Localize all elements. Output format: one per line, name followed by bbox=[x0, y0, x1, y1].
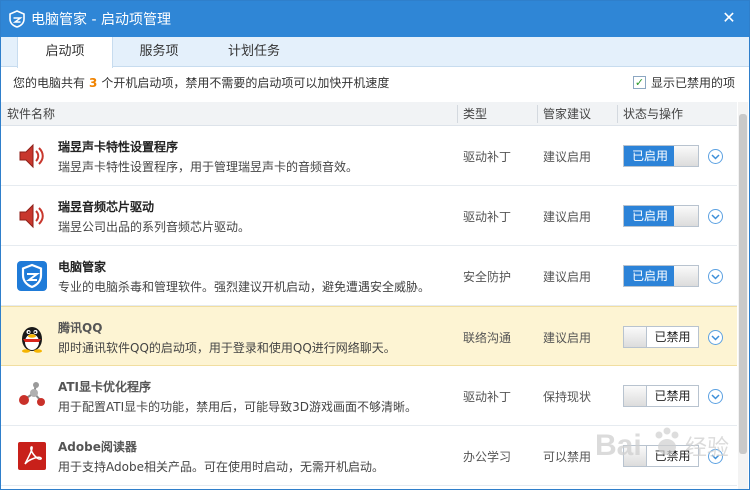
acrobat-icon bbox=[15, 440, 49, 472]
item-type: 安全防护 bbox=[463, 270, 512, 284]
list-item[interactable]: ATI显卡优化程序 用于配置ATI显卡的功能，禁用后，可能导致3D游戏画面不够清… bbox=[1, 366, 737, 426]
molecule-icon bbox=[15, 380, 49, 412]
status-toggle[interactable]: 已启用 bbox=[623, 265, 699, 287]
status-toggle[interactable]: 已禁用 bbox=[623, 385, 699, 407]
watermark-logo: Bai 经验 bbox=[591, 419, 741, 469]
toggle-knob bbox=[674, 266, 698, 286]
item-type: 驱动补丁 bbox=[463, 390, 512, 404]
chevron-down-icon[interactable] bbox=[708, 269, 723, 284]
tab-startup-items[interactable]: 启动项 bbox=[17, 37, 113, 68]
item-title: 腾讯QQ bbox=[58, 321, 103, 335]
item-description: 即时通讯软件QQ的启动项，用于登录和使用QQ进行网络聊天。 bbox=[58, 341, 396, 355]
item-title: ATI显卡优化程序 bbox=[58, 380, 152, 394]
list-item[interactable]: 瑞昱声卡特性设置程序 瑞昱声卡特性设置程序，用于管理瑞昱声卡的音频音效。 驱动补… bbox=[1, 126, 737, 186]
item-advice: 建议启用 bbox=[543, 270, 592, 284]
close-button[interactable]: ✕ bbox=[719, 8, 739, 28]
item-type: 联络沟通 bbox=[463, 331, 512, 345]
title-bar: 电脑管家 - 启动项管理 ✕ bbox=[1, 1, 749, 37]
item-type: 驱动补丁 bbox=[463, 150, 512, 164]
tab-services[interactable]: 服务项 bbox=[113, 37, 205, 67]
chevron-down-icon[interactable] bbox=[708, 330, 723, 345]
status-toggle[interactable]: 已启用 bbox=[623, 145, 699, 167]
item-description: 用于支持Adobe相关产品。可在使用时启动，无需开机启动。 bbox=[58, 460, 384, 474]
info-bar: 您的电脑共有 3 个开机启动项，禁用不需要的启动项可以加快开机速度 ✓ 显示已禁用的… bbox=[1, 67, 749, 97]
penguin-icon bbox=[15, 321, 49, 353]
svg-text:经验: 经验 bbox=[685, 436, 729, 461]
status-label: 已禁用 bbox=[646, 386, 698, 406]
toggle-knob bbox=[624, 386, 647, 406]
chevron-down-icon[interactable] bbox=[708, 389, 723, 404]
header-advice[interactable]: 管家建议 bbox=[543, 102, 591, 126]
item-description: 用于配置ATI显卡的功能，禁用后，可能导致3D游戏画面不够清晰。 bbox=[58, 400, 418, 414]
list-item[interactable]: 瑞昱音频芯片驱动 瑞昱公司出品的系列音频芯片驱动。 驱动补丁 建议启用 已启用 bbox=[1, 186, 737, 246]
item-title: 电脑管家 bbox=[58, 260, 107, 274]
svg-text:Bai: Bai bbox=[595, 429, 642, 462]
list-item[interactable]: 腾讯QQ 即时通讯软件QQ的启动项，用于登录和使用QQ进行网络聊天。 联络沟通 … bbox=[1, 306, 737, 366]
header-status[interactable]: 状态与操作 bbox=[623, 102, 683, 126]
tab-bar: 启动项 服务项 计划任务 bbox=[1, 37, 749, 68]
item-advice: 建议启用 bbox=[543, 210, 592, 224]
speaker-icon bbox=[15, 200, 49, 232]
item-description: 专业的电脑杀毒和管理软件。强烈建议开机启动，避免遭遇安全威胁。 bbox=[58, 280, 431, 294]
item-title: 瑞昱音频芯片驱动 bbox=[58, 200, 155, 214]
list-item[interactable]: 电脑管家 专业的电脑杀毒和管理软件。强烈建议开机启动，避免遭遇安全威胁。 安全防… bbox=[1, 246, 737, 306]
checkmark-icon: ✓ bbox=[632, 76, 646, 89]
show-disabled-checkbox[interactable]: ✓ 显示已禁用的项 bbox=[632, 74, 735, 91]
header-software-name[interactable]: 软件名称 bbox=[7, 102, 55, 126]
item-description: 瑞昱声卡特性设置程序，用于管理瑞昱声卡的音频音效。 bbox=[58, 160, 359, 174]
status-toggle[interactable]: 已禁用 bbox=[623, 326, 699, 348]
item-title: Adobe阅读器 bbox=[58, 440, 137, 454]
status-toggle[interactable]: 已启用 bbox=[623, 205, 699, 227]
item-title: 瑞昱声卡特性设置程序 bbox=[58, 140, 179, 154]
scrollbar-thumb[interactable] bbox=[739, 114, 747, 454]
toggle-knob bbox=[674, 146, 698, 166]
item-advice: 建议启用 bbox=[543, 331, 592, 345]
app-logo-icon bbox=[8, 10, 26, 28]
header-divider bbox=[457, 105, 458, 123]
shield-icon bbox=[15, 260, 49, 292]
window-title: 电脑管家 - 启动项管理 bbox=[31, 12, 171, 28]
status-label: 已启用 bbox=[624, 206, 676, 226]
toggle-knob bbox=[674, 206, 698, 226]
startup-summary: 您的电脑共有 3 个开机启动项，禁用不需要的启动项可以加快开机速度 bbox=[13, 74, 389, 91]
chevron-down-icon[interactable] bbox=[708, 209, 723, 224]
item-advice: 建议启用 bbox=[543, 150, 592, 164]
status-label: 已启用 bbox=[624, 266, 676, 286]
item-type: 办公学习 bbox=[463, 450, 512, 464]
summary-prefix: 您的电脑共有 bbox=[13, 75, 86, 90]
header-type[interactable]: 类型 bbox=[463, 102, 487, 126]
status-label: 已禁用 bbox=[646, 327, 698, 347]
startup-count: 3 bbox=[89, 75, 98, 90]
header-divider bbox=[537, 105, 538, 123]
tab-scheduled-tasks[interactable]: 计划任务 bbox=[205, 37, 303, 67]
toggle-knob bbox=[624, 327, 647, 347]
table-header: 软件名称 类型 管家建议 状态与操作 bbox=[1, 102, 737, 126]
speaker-icon bbox=[15, 140, 49, 172]
item-type: 驱动补丁 bbox=[463, 210, 512, 224]
item-advice: 保持现状 bbox=[543, 390, 592, 404]
startup-manager-window: 电脑管家 - 启动项管理 ✕ 启动项 服务项 计划任务 您的电脑共有 3 个开机启动… bbox=[0, 0, 750, 490]
status-label: 已启用 bbox=[624, 146, 676, 166]
chevron-down-icon[interactable] bbox=[708, 149, 723, 164]
item-description: 瑞昱公司出品的系列音频芯片驱动。 bbox=[58, 220, 251, 234]
header-divider bbox=[617, 105, 618, 123]
summary-suffix: 个开机启动项，禁用不需要的启动项可以加快开机速度 bbox=[101, 75, 390, 90]
item-advice: 可以禁用 bbox=[543, 450, 592, 464]
show-disabled-label: 显示已禁用的项 bbox=[650, 76, 735, 90]
